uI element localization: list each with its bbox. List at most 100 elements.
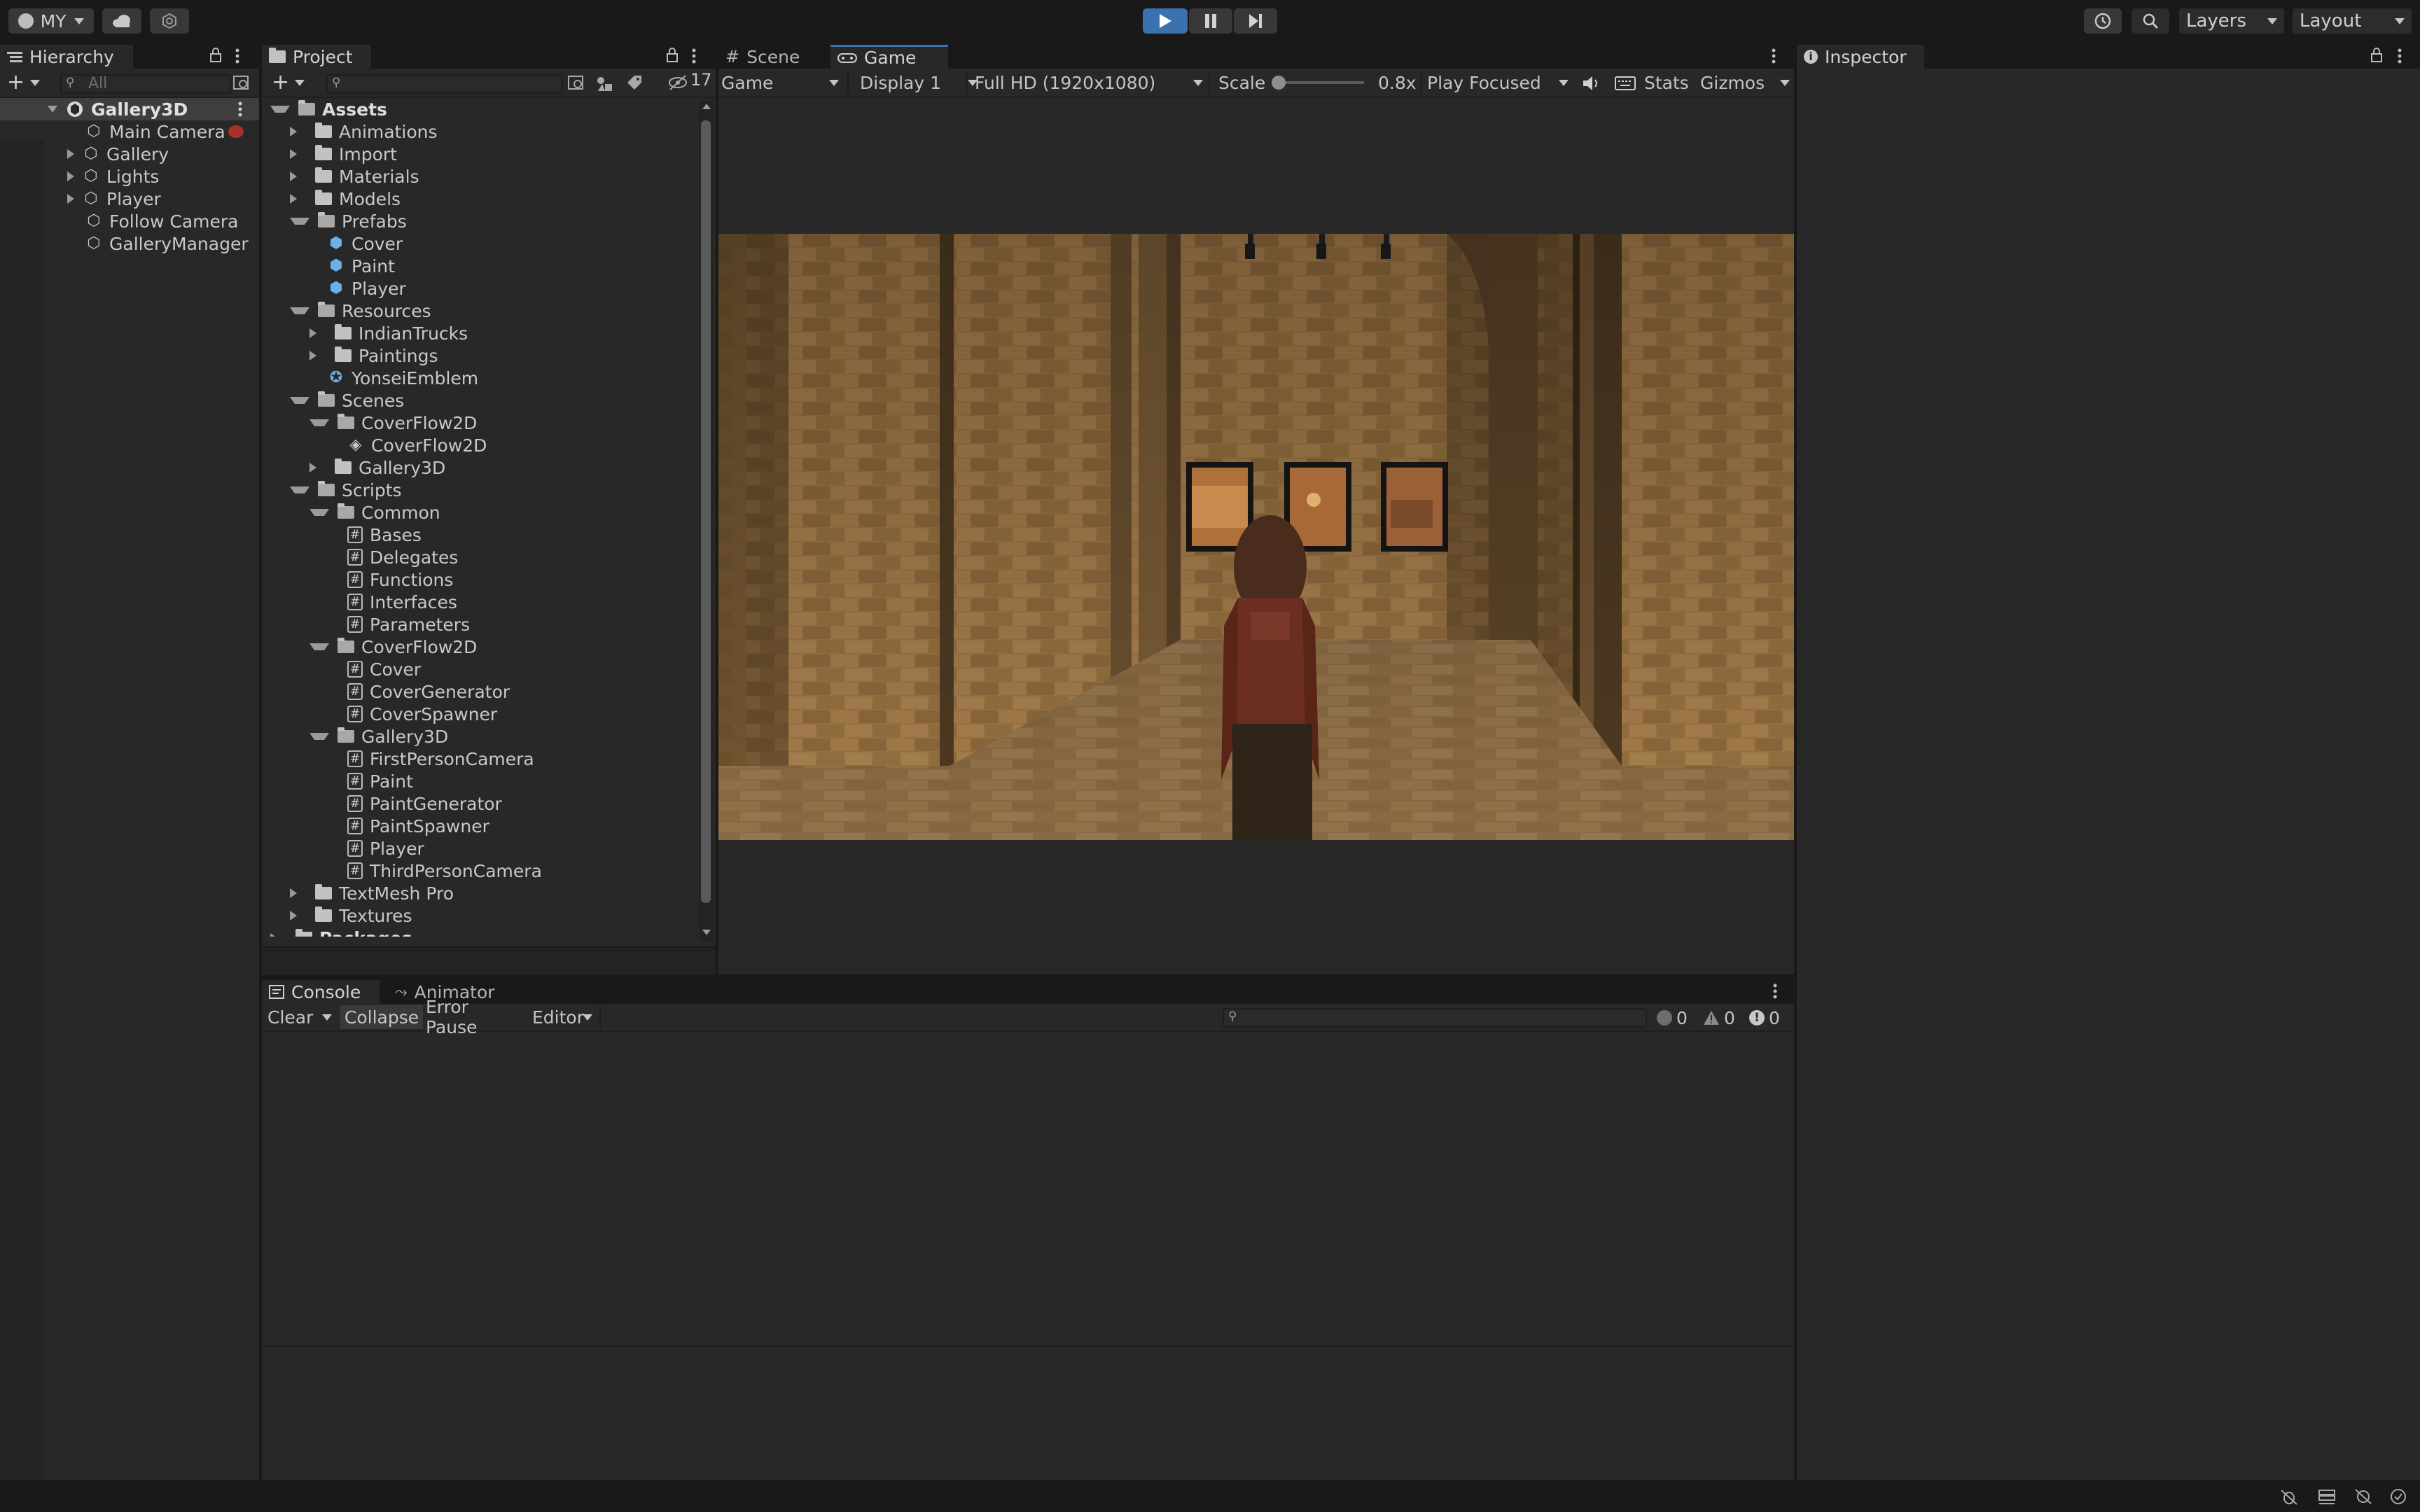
project-tree-item[interactable]: # PaintSpawner xyxy=(262,815,489,837)
project-tree-item[interactable]: Assets xyxy=(262,98,387,120)
scroll-up-icon[interactable] xyxy=(702,104,711,109)
audio-speaker-icon[interactable] xyxy=(1581,74,1602,92)
project-tree-item[interactable]: # CoverSpawner xyxy=(262,703,497,725)
scale-slider-track[interactable] xyxy=(1277,81,1364,84)
layout-dropdown[interactable]: Layout xyxy=(2293,8,2412,34)
resolution-dropdown[interactable]: Full HD (1920x1080) xyxy=(966,71,1207,94)
lock-icon[interactable] xyxy=(665,48,679,63)
gizmos-dropdown[interactable]: Gizmos xyxy=(1700,71,1794,94)
play-button[interactable] xyxy=(1143,8,1188,34)
project-tree-item[interactable]: # FirstPersonCamera xyxy=(262,748,534,770)
collapsed-arrow-icon[interactable] xyxy=(310,463,326,472)
expanded-arrow-icon[interactable] xyxy=(310,419,329,426)
project-tree-item[interactable]: # Interfaces xyxy=(262,591,457,613)
collab-button[interactable] xyxy=(150,8,189,34)
project-tree-item[interactable]: Materials xyxy=(262,165,419,188)
project-tree-item[interactable]: CoverFlow2D xyxy=(262,636,477,658)
error-pause-toggle[interactable]: Error Pause xyxy=(426,997,525,1037)
warning-count-toggle[interactable]: 0 xyxy=(1703,1007,1745,1029)
scroll-thumb[interactable] xyxy=(701,120,711,903)
filter-type-icon[interactable] xyxy=(595,74,615,92)
expanded-arrow-icon[interactable] xyxy=(310,643,329,650)
cloud-button[interactable] xyxy=(102,8,141,34)
project-tree-item[interactable]: TextMesh Pro xyxy=(262,882,454,904)
expanded-arrow-icon[interactable] xyxy=(310,509,329,516)
auto-generate-lighting-icon[interactable] xyxy=(2354,1488,2372,1505)
expanded-arrow-icon[interactable] xyxy=(310,733,329,740)
kebab-menu-icon[interactable] xyxy=(234,48,241,64)
project-tree-item[interactable]: ⬢ Cover xyxy=(262,232,403,255)
project-tree-item[interactable]: Textures xyxy=(262,904,412,927)
collapsed-arrow-icon[interactable] xyxy=(290,888,307,898)
project-tree-item[interactable]: # PaintGenerator xyxy=(262,792,502,815)
tab-inspector[interactable]: i Inspector xyxy=(1797,45,1924,69)
console-search-input[interactable]: ⚲ xyxy=(1223,1008,1647,1028)
clear-button[interactable]: Clear xyxy=(262,1005,338,1029)
kebab-menu-icon[interactable] xyxy=(237,101,244,118)
label-tag-icon[interactable] xyxy=(625,74,644,92)
play-mode-dropdown[interactable]: Play Focused xyxy=(1420,71,1573,94)
hierarchy-item-follow-camera[interactable]: ⬡ Follow Camera xyxy=(85,210,238,232)
tab-console[interactable]: Console xyxy=(262,980,380,1004)
hidden-packages-icon[interactable] xyxy=(668,74,689,91)
game-viewport[interactable] xyxy=(718,234,1794,840)
scroll-down-icon[interactable] xyxy=(702,930,711,935)
project-tree-item[interactable]: # Parameters xyxy=(262,613,470,636)
project-tree-item[interactable]: Resources xyxy=(262,300,431,322)
collapsed-arrow-icon[interactable] xyxy=(310,328,326,338)
hierarchy-item-player[interactable]: ⬡ Player xyxy=(67,188,161,210)
project-tree-item[interactable]: Scripts xyxy=(262,479,402,501)
project-tree-item[interactable]: Prefabs xyxy=(262,210,407,232)
kebab-menu-icon[interactable] xyxy=(1772,983,1779,1000)
project-tree-item[interactable]: ⬢ Player xyxy=(262,277,405,300)
project-tree-item[interactable]: # Paint xyxy=(262,770,413,792)
tab-game[interactable]: Game xyxy=(830,45,948,69)
project-tree-item[interactable]: Animations xyxy=(262,120,437,143)
collapsed-arrow-icon[interactable] xyxy=(290,149,307,159)
create-asset-button[interactable]: + xyxy=(272,72,305,93)
log-count-toggle[interactable]: 0 xyxy=(1657,1007,1697,1029)
expanded-arrow-icon[interactable] xyxy=(290,486,310,493)
stats-button[interactable]: Stats xyxy=(1644,71,1689,94)
collapsed-arrow-icon[interactable] xyxy=(290,127,307,136)
console-splitter[interactable] xyxy=(262,1345,1794,1347)
search-button[interactable] xyxy=(2132,8,2169,34)
debug-bug-icon[interactable] xyxy=(2280,1488,2298,1505)
project-tree-item[interactable]: # Cover xyxy=(262,658,421,680)
hierarchy-item-lights[interactable]: ⬡ Lights xyxy=(67,165,159,188)
hierarchy-root-row[interactable]: Gallery3D xyxy=(0,98,259,120)
editor-dropdown[interactable]: Editor xyxy=(528,1005,601,1029)
project-tree-item[interactable]: ◈ CoverFlow2D xyxy=(262,434,487,456)
pause-button[interactable] xyxy=(1189,8,1232,34)
project-tree-item[interactable]: # Functions xyxy=(262,568,453,591)
kebab-menu-icon[interactable] xyxy=(690,48,697,64)
expanded-arrow-icon[interactable] xyxy=(290,218,310,225)
expanded-arrow-icon[interactable] xyxy=(290,397,310,404)
create-button[interactable]: + xyxy=(7,72,41,93)
hierarchy-item-gallery[interactable]: ⬡ Gallery xyxy=(67,143,169,165)
hierarchy-item-gallerymanager[interactable]: ⬡ GalleryManager xyxy=(85,232,248,255)
project-tree-item[interactable]: # CoverGenerator xyxy=(262,680,510,703)
project-tree-item[interactable]: # Delegates xyxy=(262,546,458,568)
project-tree-item[interactable]: Models xyxy=(262,188,401,210)
project-tree-item[interactable]: ⬢ Paint xyxy=(262,255,394,277)
collapsed-arrow-icon[interactable] xyxy=(290,911,307,920)
kebab-menu-icon[interactable] xyxy=(2396,48,2403,64)
project-tree-item[interactable]: Gallery3D xyxy=(262,456,445,479)
project-tree-item[interactable]: Import xyxy=(262,143,397,165)
progress-check-icon[interactable] xyxy=(2389,1488,2407,1505)
kebab-menu-icon[interactable] xyxy=(1770,48,1777,64)
collapsed-arrow-icon[interactable] xyxy=(290,194,307,204)
lock-icon[interactable] xyxy=(209,48,223,63)
project-tree-item[interactable]: # Player xyxy=(262,837,424,860)
display-dropdown[interactable]: Display 1 xyxy=(847,71,983,94)
project-tree-item[interactable]: IndianTrucks xyxy=(262,322,468,344)
collapsed-arrow-icon[interactable] xyxy=(310,351,326,360)
game-view-dropdown[interactable]: Game xyxy=(721,71,844,94)
error-count-toggle[interactable]: ! 0 xyxy=(1749,1007,1791,1029)
project-tree-item[interactable]: Packages xyxy=(262,927,412,937)
layers-dropdown[interactable]: Layers xyxy=(2179,8,2284,34)
collapse-toggle[interactable]: Collapse xyxy=(340,1005,423,1029)
project-tree-item[interactable]: Gallery3D xyxy=(262,725,448,748)
project-tree-item[interactable]: CoverFlow2D xyxy=(262,412,477,434)
